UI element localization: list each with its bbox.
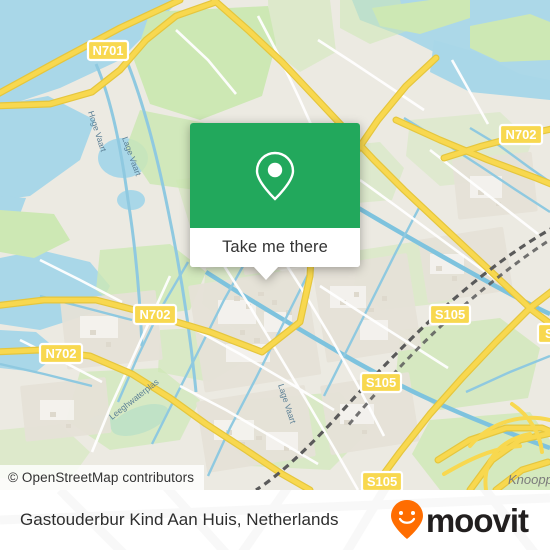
footer-bar: Gastouderbur Kind Aan Huis, Netherlands … (0, 490, 550, 550)
take-me-there-button[interactable]: Take me there (190, 228, 360, 267)
road-shield-n702-mid: N702 (132, 303, 178, 326)
road-shield-n702-ne: N702 (498, 123, 544, 146)
moovit-pin-smiley-icon (390, 500, 423, 539)
popup-hero (190, 123, 360, 228)
popup-pointer (253, 266, 279, 280)
road-shield-s105-mid: S105 (359, 371, 403, 394)
road-shield-n701: N701 (86, 39, 130, 62)
road-shield-s105-lower: S105 (360, 470, 404, 490)
moovit-wordmark: moovit (425, 501, 529, 539)
map-pin-icon (255, 151, 295, 201)
page-title: Gastouderbur Kind Aan Huis, Netherlands (20, 510, 339, 529)
svg-text:S105: S105 (435, 307, 465, 322)
svg-text:N702: N702 (139, 307, 170, 322)
svg-text:S: S (545, 326, 550, 341)
map-attribution[interactable]: © OpenStreetMap contributors (0, 465, 205, 490)
svg-text:N702: N702 (45, 346, 76, 361)
attribution-text: © OpenStreetMap contributors (8, 470, 195, 485)
svg-text:S105: S105 (366, 375, 396, 390)
road-shield-s105-upper: S105 (428, 303, 472, 326)
svg-text:N701: N701 (92, 43, 123, 58)
take-me-there-label: Take me there (222, 238, 328, 256)
place-label-knooppunt: Knooppu (508, 472, 550, 487)
moovit-logo[interactable]: moovit (389, 499, 529, 541)
svg-text:S105: S105 (367, 474, 397, 489)
moovit-location-card: Hoge Vaart Lage Vaart Leeghwaterplas Lag… (0, 0, 550, 550)
road-shield-s105-edge: S (536, 322, 550, 345)
road-shield-n702-sw: N702 (38, 342, 84, 365)
location-popup-card[interactable]: Take me there (190, 123, 360, 280)
svg-text:N702: N702 (505, 127, 536, 142)
